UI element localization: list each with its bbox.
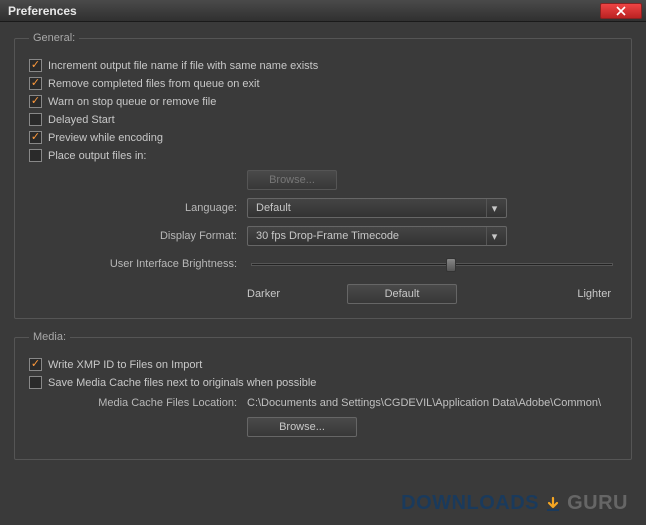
default-wrap: Default [337, 284, 467, 304]
media-legend: Media: [29, 331, 70, 343]
delayed-label: Delayed Start [48, 114, 115, 126]
display-format-value: 30 fps Drop-Frame Timecode [256, 230, 486, 242]
cache-location-label: Media Cache Files Location: [29, 397, 247, 409]
save-cache-label: Save Media Cache files next to originals… [48, 377, 316, 389]
increment-label: Increment output file name if file with … [48, 60, 318, 72]
preferences-window: Preferences General: Increment output fi… [0, 0, 646, 525]
preview-label: Preview while encoding [48, 132, 163, 144]
slider-thumb[interactable] [446, 258, 456, 272]
preview-row: Preview while encoding [29, 131, 617, 144]
media-browse-row: Browse... [29, 417, 617, 437]
chevron-down-icon: ▾ [486, 227, 502, 245]
content-area: General: Increment output file name if f… [0, 22, 646, 525]
save-cache-checkbox[interactable] [29, 376, 42, 389]
slider-track [251, 263, 613, 266]
remove-row: Remove completed files from queue on exi… [29, 77, 617, 90]
titlebar: Preferences [0, 0, 646, 22]
place-label: Place output files in: [48, 150, 146, 162]
write-xmp-checkbox[interactable] [29, 358, 42, 371]
brightness-row: User Interface Brightness: [29, 254, 617, 274]
download-arrow-icon [544, 496, 562, 517]
delayed-checkbox[interactable] [29, 113, 42, 126]
display-format-row: Display Format: 30 fps Drop-Frame Timeco… [29, 226, 617, 246]
brightness-slider[interactable] [247, 254, 617, 274]
increment-row: Increment output file name if file with … [29, 59, 617, 72]
general-group: General: Increment output file name if f… [14, 32, 632, 319]
darker-label: Darker [247, 288, 337, 300]
preview-checkbox[interactable] [29, 131, 42, 144]
place-checkbox[interactable] [29, 149, 42, 162]
window-title: Preferences [8, 4, 600, 18]
delayed-row: Delayed Start [29, 113, 617, 126]
language-row: Language: Default ▾ [29, 198, 617, 218]
display-format-select[interactable]: 30 fps Drop-Frame Timecode ▾ [247, 226, 507, 246]
watermark-guru: GURU [567, 492, 628, 514]
save-cache-row: Save Media Cache files next to originals… [29, 376, 617, 389]
remove-checkbox[interactable] [29, 77, 42, 90]
close-button[interactable] [600, 3, 642, 19]
brightness-labels: Darker Default Lighter [29, 284, 617, 304]
write-xmp-label: Write XMP ID to Files on Import [48, 359, 202, 371]
place-browse-row: Browse... [29, 170, 617, 190]
language-value: Default [256, 202, 486, 214]
remove-label: Remove completed files from queue on exi… [48, 78, 260, 90]
place-browse-button: Browse... [247, 170, 337, 190]
cache-location-value: C:\Documents and Settings\CGDEVIL\Applic… [247, 397, 601, 409]
increment-checkbox[interactable] [29, 59, 42, 72]
brightness-label: User Interface Brightness: [29, 258, 247, 270]
chevron-down-icon: ▾ [486, 199, 502, 217]
warn-label: Warn on stop queue or remove file [48, 96, 216, 108]
place-row: Place output files in: [29, 149, 617, 162]
display-format-label: Display Format: [29, 230, 247, 242]
warn-row: Warn on stop queue or remove file [29, 95, 617, 108]
watermark: DOWNLOADS GURU [401, 492, 628, 517]
media-group: Media: Write XMP ID to Files on Import S… [14, 331, 632, 460]
language-label: Language: [29, 202, 247, 214]
language-select[interactable]: Default ▾ [247, 198, 507, 218]
watermark-downloads: DOWNLOADS [401, 492, 539, 514]
media-browse-button[interactable]: Browse... [247, 417, 357, 437]
general-legend: General: [29, 32, 79, 44]
lighter-label: Lighter [467, 288, 617, 300]
warn-checkbox[interactable] [29, 95, 42, 108]
cache-location-row: Media Cache Files Location: C:\Documents… [29, 397, 617, 409]
default-button[interactable]: Default [347, 284, 457, 304]
write-xmp-row: Write XMP ID to Files on Import [29, 358, 617, 371]
close-icon [615, 6, 627, 16]
